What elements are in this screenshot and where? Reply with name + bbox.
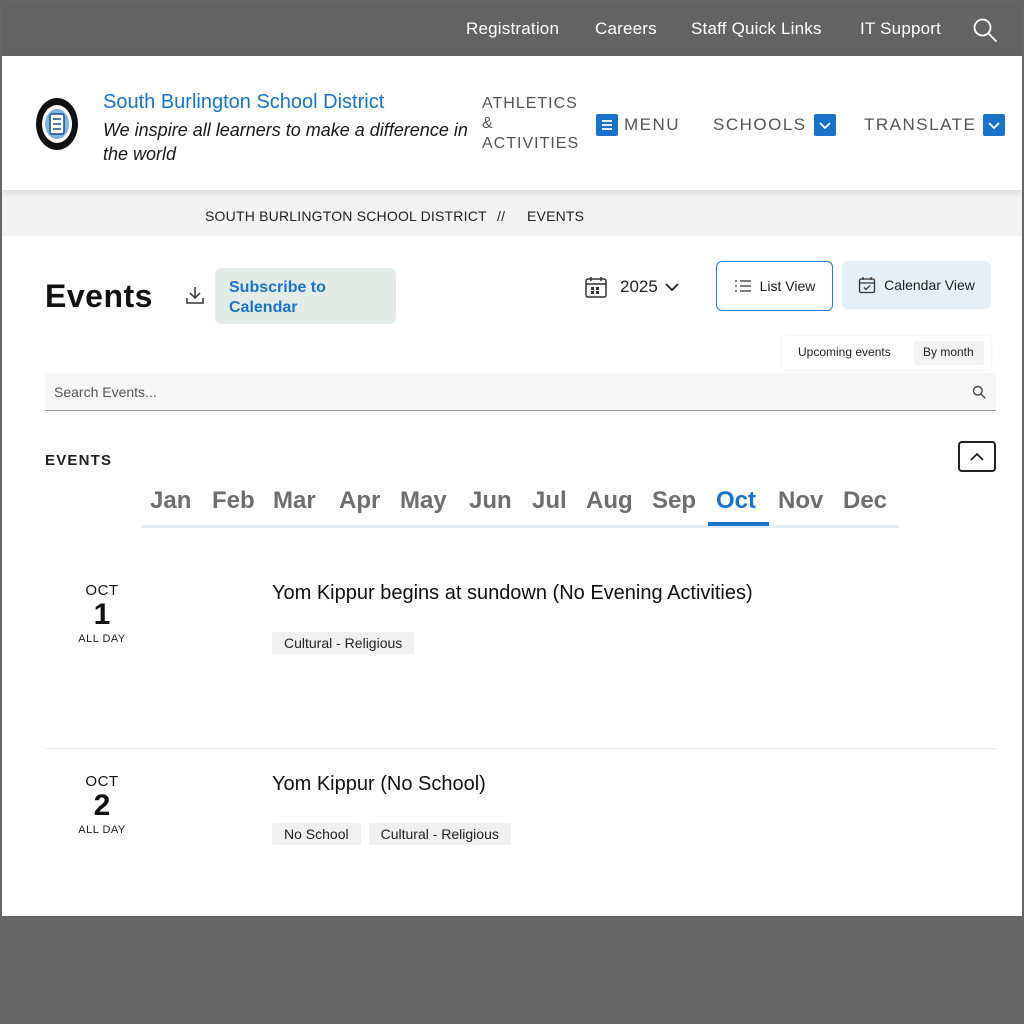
tab-jan[interactable]: Jan (150, 487, 191, 515)
chevron-down-icon (983, 114, 1006, 136)
tab-nov[interactable]: Nov (778, 487, 823, 515)
utility-bar: Registration Careers Staff Quick Links I… (2, 2, 1022, 56)
calendar-check-icon (858, 277, 876, 294)
subscribe-calendar-button[interactable]: Subscribe to Calendar (215, 268, 396, 324)
tab-feb[interactable]: Feb (212, 487, 255, 515)
menu-button[interactable]: MENU (596, 114, 680, 136)
search-bar (45, 373, 996, 411)
chevron-down-icon (665, 283, 679, 292)
event-tag[interactable]: Cultural - Religious (272, 632, 415, 654)
tab-sep[interactable]: Sep (652, 487, 696, 515)
breadcrumb-separator: // (497, 208, 506, 224)
translate-dropdown[interactable]: TRANSLATE (864, 114, 1006, 136)
event-time: ALL DAY (78, 824, 126, 836)
event-month: OCT (85, 773, 119, 790)
tab-may[interactable]: May (400, 487, 447, 515)
collapse-button[interactable] (958, 441, 996, 472)
breadcrumb-home[interactable]: SOUTH BURLINGTON SCHOOL DISTRICT (205, 208, 487, 224)
staff-quick-links-link[interactable]: Staff Quick Links (691, 19, 822, 39)
it-support-link[interactable]: IT Support (860, 19, 941, 39)
schools-dropdown[interactable]: SCHOOLS (713, 114, 836, 136)
tab-oct[interactable]: Oct (716, 487, 756, 515)
page-title: Events (45, 278, 153, 314)
list-view-label: List View (759, 278, 816, 294)
event-date: OCT 1 ALL DAY (45, 582, 159, 645)
site-header: South Burlington School District We insp… (2, 56, 1022, 190)
list-view-button[interactable]: List View (716, 261, 833, 311)
translate-label: TRANSLATE (864, 115, 977, 134)
active-month-indicator (708, 522, 769, 526)
breadcrumb: SOUTH BURLINGTON SCHOOL DISTRICT // EVEN… (2, 190, 1022, 236)
by-month-toggle[interactable]: By month (914, 341, 984, 365)
events-section-label: EVENTS (45, 452, 113, 469)
by-month-label: By month (923, 345, 974, 359)
site-name[interactable]: South Burlington School District (103, 91, 384, 114)
divider (45, 748, 996, 749)
schools-label: SCHOOLS (713, 115, 807, 134)
tab-aug[interactable]: Aug (586, 487, 633, 515)
chevron-up-icon (970, 452, 984, 461)
registration-link[interactable]: Registration (466, 19, 559, 39)
event-tag[interactable]: No School (272, 823, 361, 845)
careers-link[interactable]: Careers (595, 19, 657, 39)
event-month: OCT (85, 582, 119, 599)
event-time: ALL DAY (78, 633, 126, 645)
tab-jul[interactable]: Jul (532, 487, 567, 515)
event-tag[interactable]: Cultural - Religious (368, 823, 511, 845)
district-logo-icon[interactable] (35, 97, 79, 151)
tab-dec[interactable]: Dec (843, 487, 887, 515)
list-icon (734, 280, 751, 292)
event-title[interactable]: Yom Kippur begins at sundown (No Evening… (272, 582, 753, 605)
year-value: 2025 (620, 277, 658, 296)
year-dropdown[interactable]: 2025 (584, 274, 681, 300)
view-mode-toggle: Upcoming events By month (782, 336, 991, 370)
event-date: OCT 2 ALL DAY (45, 773, 159, 836)
page: Registration Careers Staff Quick Links I… (2, 2, 1022, 916)
breadcrumb-current: EVENTS (527, 208, 585, 224)
calendar-icon (585, 277, 607, 298)
menu-label: MENU (624, 115, 681, 134)
search-icon[interactable] (972, 385, 986, 399)
event-tags: Cultural - Religious (272, 632, 422, 654)
search-input[interactable] (45, 373, 945, 410)
event-day: 1 (93, 598, 111, 631)
tab-apr[interactable]: Apr (339, 487, 380, 515)
nav-athletics-activities[interactable]: ATHLETICS & ACTIVITIES (482, 94, 578, 154)
event-tags: No School Cultural - Religious (272, 823, 519, 845)
chevron-down-icon (813, 114, 836, 136)
tab-mar[interactable]: Mar (273, 487, 316, 515)
calendar-view-button[interactable]: Calendar View (842, 261, 991, 309)
event-title[interactable]: Yom Kippur (No School) (272, 773, 486, 796)
tab-jun[interactable]: Jun (469, 487, 512, 515)
upcoming-events-toggle[interactable]: Upcoming events (798, 345, 891, 359)
month-tabs: Jan Feb Mar Apr May Jun Jul Aug Sep Oct … (142, 484, 899, 528)
hamburger-icon (596, 114, 618, 136)
event-day: 2 (93, 789, 111, 822)
search-icon[interactable] (972, 17, 998, 43)
calendar-view-label: Calendar View (884, 277, 975, 293)
download-icon[interactable] (184, 284, 206, 306)
site-tagline: We inspire all learners to make a differ… (103, 120, 468, 164)
